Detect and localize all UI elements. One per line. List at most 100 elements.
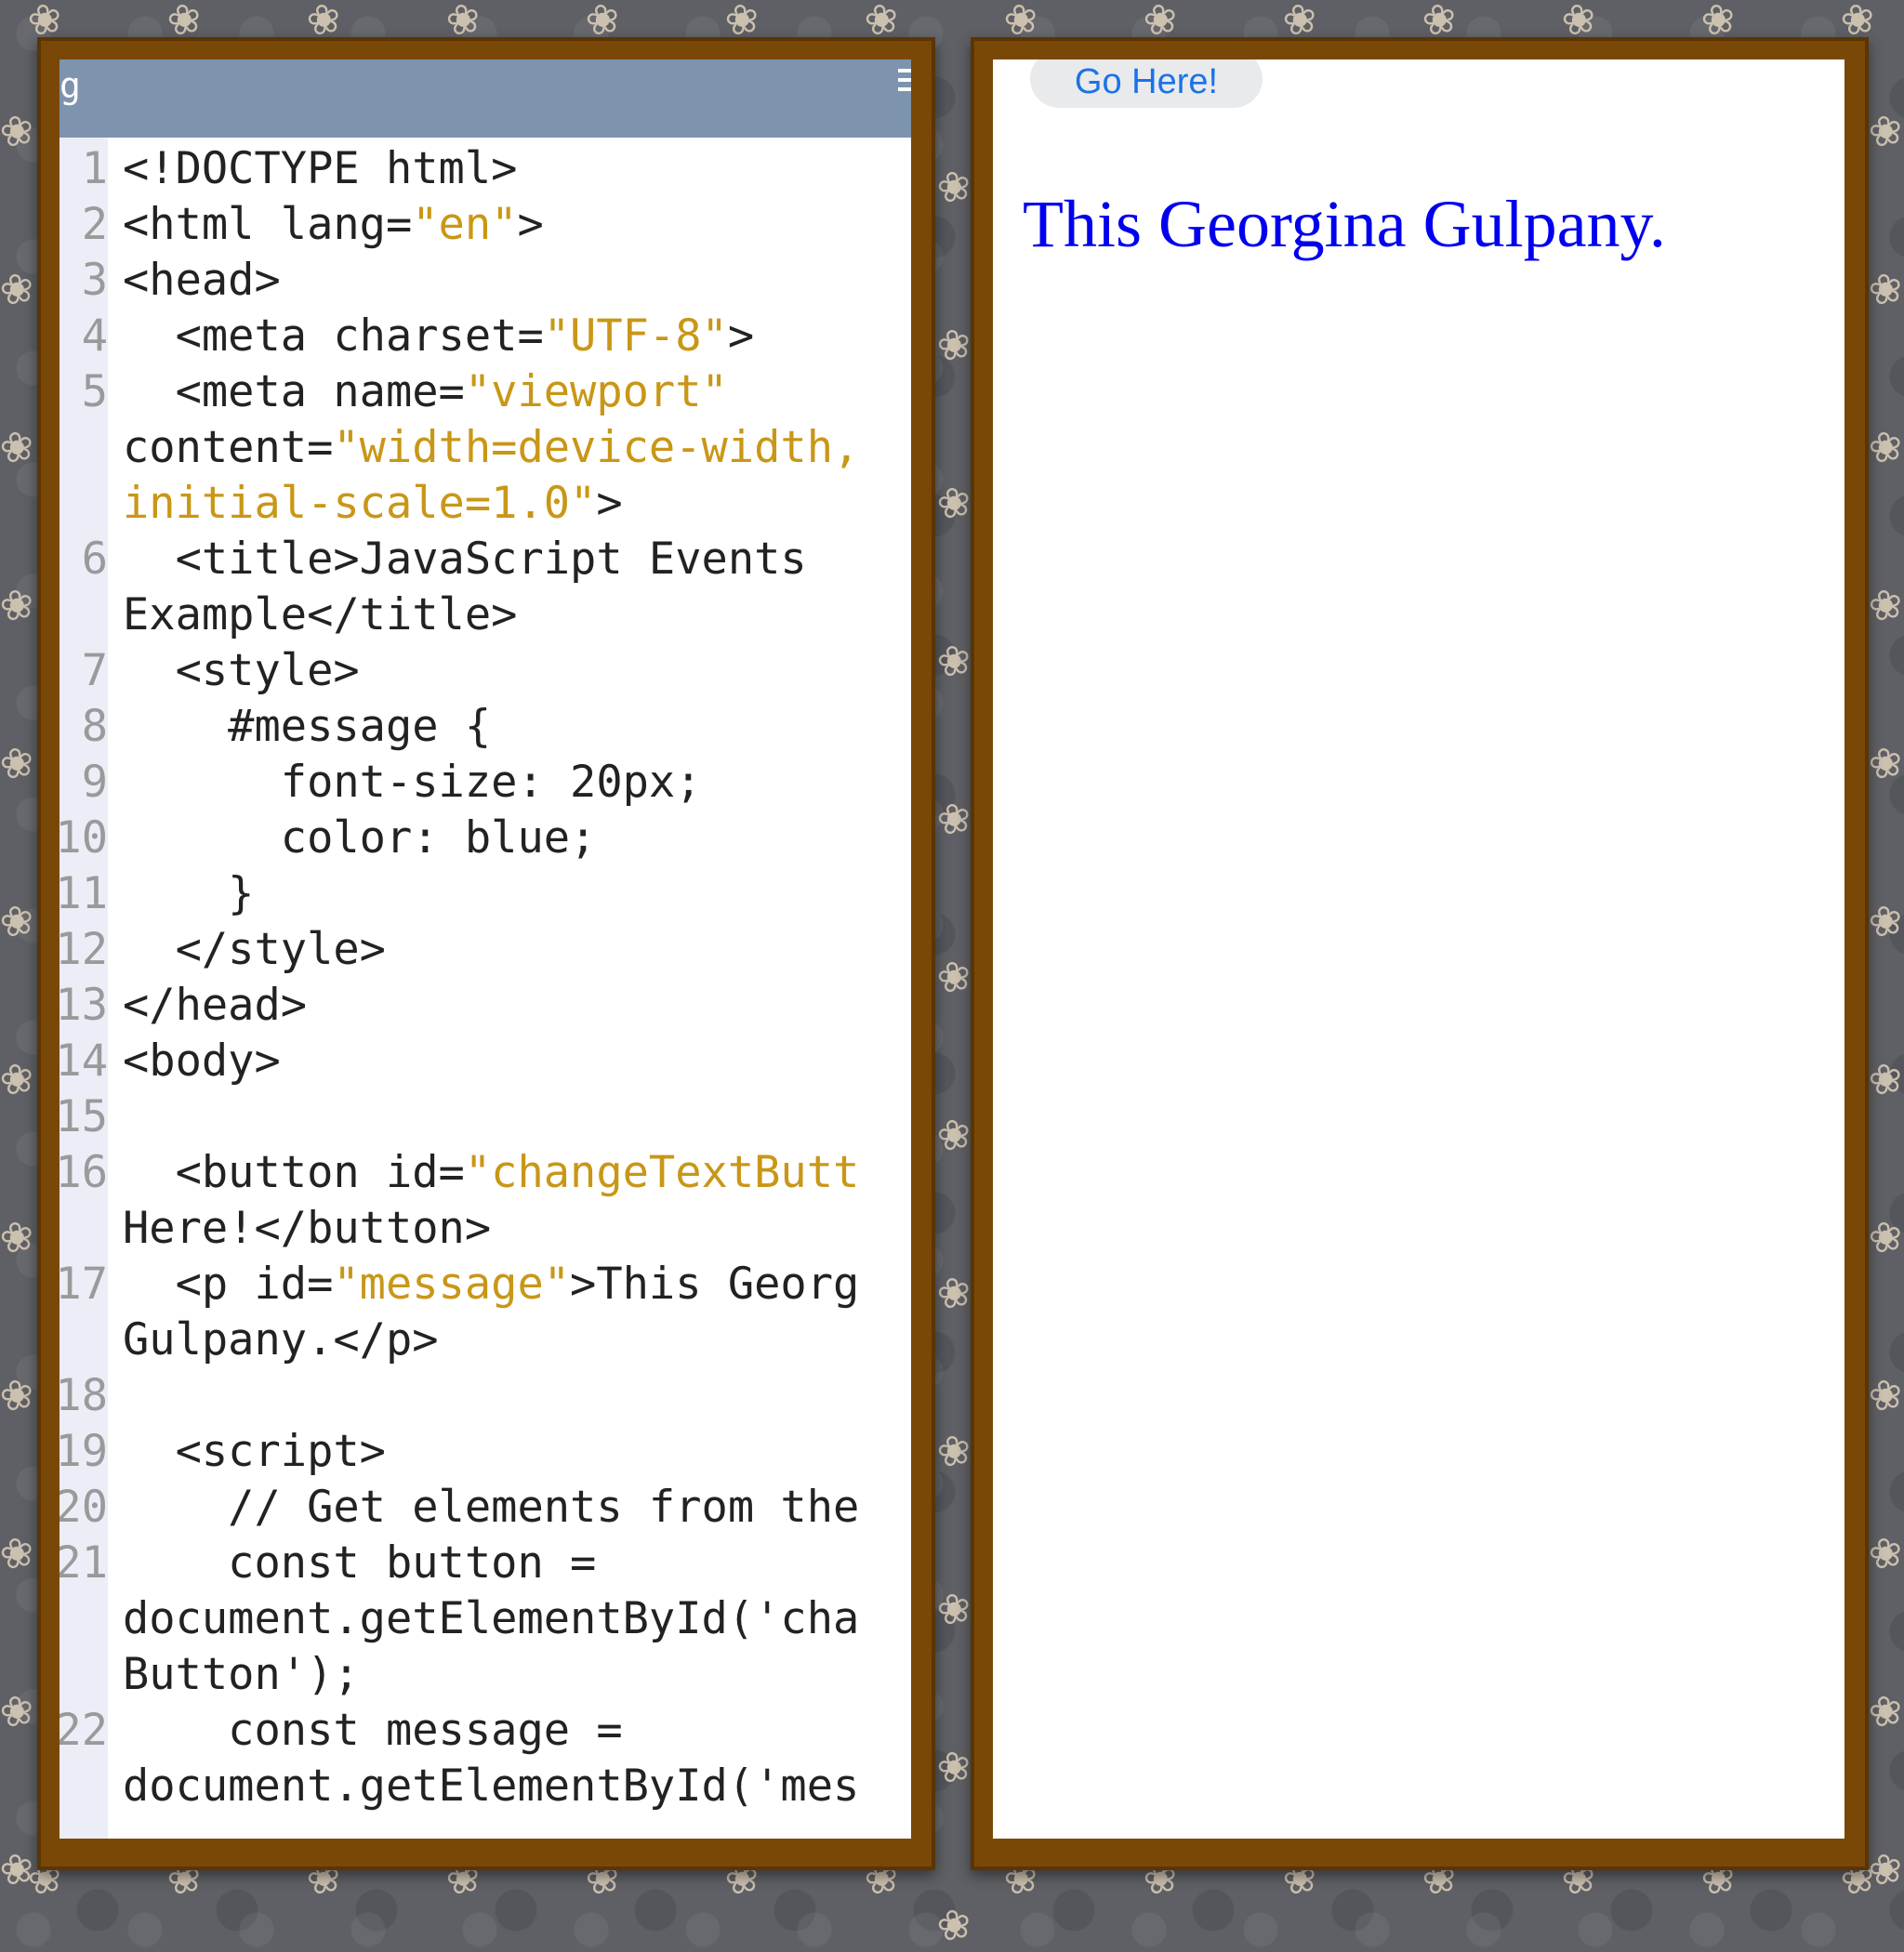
string-token: "width=device-width, [333,422,860,473]
code-token: color: blue; [123,812,597,864]
line-number: 13 [60,980,108,1031]
line-text: <head> [108,253,281,309]
code-line: 11 } [60,866,911,922]
butterfly-icon: ❀ [0,420,39,475]
butterfly-icon: ❀ [0,578,39,633]
line-text [108,1089,123,1145]
code-line: 18 [60,1368,911,1424]
line-number: 22 [60,1705,108,1756]
line-number [60,1647,108,1703]
code-token: <script> [123,1426,386,1477]
code-token: document.getElementById('cha [123,1593,860,1644]
line-number: 4 [81,310,108,362]
code-token: #message { [123,701,492,752]
butterfly-icon: ❀ [1863,1052,1904,1107]
line-text: const button = [108,1536,596,1591]
line-number: 17 [60,1259,108,1310]
code-line: 6 <title>JavaScript Events [60,532,911,587]
butterfly-icon: ❀ [932,476,976,531]
code-line: Gulpany.</p> [60,1312,911,1368]
code-line: 5 <meta name="viewport" [60,364,911,420]
line-number [60,476,108,532]
line-text: #message { [108,699,491,755]
line-number: 7 [81,645,108,696]
code-line: 3 <head> [60,253,911,309]
line-text: <!DOCTYPE html> [108,141,517,197]
code-line: 17 <p id="message">This Georg [60,1257,911,1312]
butterfly-icon: ❀ [932,1898,976,1952]
butterfly-icon: ❀ [1863,104,1904,159]
code-line: 19 <script> [60,1424,911,1480]
code-line: Here!</button> [60,1201,911,1257]
message-paragraph: This Georgina Gulpany. [1023,187,1666,261]
line-number: 2 [81,199,108,250]
code-line: 15 [60,1089,911,1145]
line-text: document.getElementById('mes [108,1759,859,1814]
line-number: 3 [81,255,108,306]
string-token: "message" [333,1259,571,1310]
string-token: "changeTextButt [464,1147,860,1198]
code-token: Here!</button> [123,1203,492,1254]
butterfly-icon: ❀ [1863,578,1904,633]
code-area[interactable]: 1 <!DOCTYPE html> 2 <html lang="en"> 3 <head>… [60,141,911,1814]
butterfly-icon: ❀ [1863,894,1904,949]
code-token: font-size: 20px; [123,757,702,808]
butterfly-icon: ❀ [1863,1210,1904,1265]
code-token: <title>JavaScript Events [123,534,807,585]
line-text: content="width=device-width, [108,420,859,476]
editor-title-fragment: g [60,65,81,106]
line-text [108,1368,123,1424]
line-number: 1 [81,143,108,194]
code-token: </style> [123,924,386,975]
butterfly-icon: ❀ [0,262,39,317]
string-token: "UTF-8" [543,310,728,362]
editor-toolbar: g [60,59,911,138]
line-number [60,420,108,476]
butterfly-icon: ❀ [932,1266,976,1321]
butterfly-icon: ❀ [932,160,976,215]
line-text: <body> [108,1034,281,1089]
line-number [60,1201,108,1257]
line-text: </style> [108,922,386,978]
butterfly-icon: ❀ [0,1368,39,1423]
line-number: 10 [60,812,108,864]
butterfly-icon: ❀ [0,1842,39,1897]
line-text: const message = [108,1703,622,1759]
string-token: "en" [412,199,518,250]
line-number [60,587,108,643]
code-line: 1 <!DOCTYPE html> [60,141,911,197]
code-token: Gulpany.</p> [123,1314,439,1365]
code-line: document.getElementById('cha [60,1591,911,1647]
butterfly-icon: ❀ [932,1424,976,1479]
go-here-button[interactable]: Go Here! [1030,59,1263,108]
line-number: 8 [81,701,108,752]
butterfly-icon: ❀ [0,104,39,159]
code-line: Button'); [60,1647,911,1703]
code-token: > [517,199,544,250]
code-line: 14 <body> [60,1034,911,1089]
code-token: <head> [123,255,281,306]
butterfly-icon: ❀ [1863,1684,1904,1739]
code-token: Button'); [123,1649,360,1700]
string-token: "viewport" [464,366,728,417]
code-token: > [727,310,755,362]
code-editor-frame: g 1 <!DOCTYPE html> 2 <html lang="en"> 3 <hea… [37,37,935,1870]
line-text: <meta name="viewport" [108,364,728,420]
butterfly-icon: ❀ [1863,1368,1904,1423]
line-text: <button id="changeTextButt [108,1145,860,1201]
line-number: 15 [60,1091,108,1142]
code-line: 8 #message { [60,699,911,755]
butterfly-icon: ❀ [932,1582,976,1637]
line-text: Example</title> [108,587,517,643]
code-token: <button id= [123,1147,465,1198]
preview-frame: Go Here! This Georgina Gulpany. [971,37,1869,1870]
butterfly-icon: ❀ [932,792,976,847]
hamburger-menu-icon[interactable] [898,69,911,97]
code-token: </head> [123,980,308,1031]
code-line: 7 <style> [60,643,911,699]
line-text: Here!</button> [108,1201,491,1257]
code-editor[interactable]: g 1 <!DOCTYPE html> 2 <html lang="en"> 3 <hea… [60,59,911,1839]
line-text: // Get elements from the [108,1480,859,1536]
butterfly-icon: ❀ [1863,262,1904,317]
line-text: font-size: 20px; [108,755,702,811]
